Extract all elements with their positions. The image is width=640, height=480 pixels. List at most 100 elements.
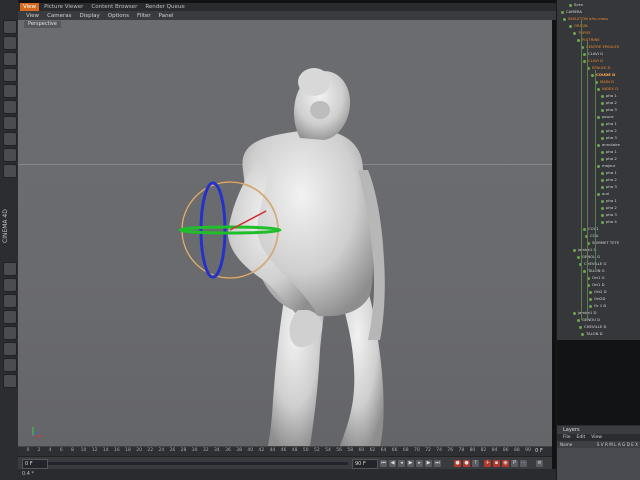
object-tree-item[interactable]: pha 1 bbox=[601, 170, 617, 176]
axis-x-icon[interactable] bbox=[3, 100, 17, 114]
object-tree-item[interactable]: annulaire bbox=[597, 142, 620, 148]
perspective-viewport[interactable] bbox=[18, 20, 552, 446]
object-tree-item[interactable]: MAIN D bbox=[595, 79, 614, 85]
end-frame-field[interactable]: 90 F bbox=[352, 459, 378, 469]
workplane-icon[interactable] bbox=[3, 326, 17, 340]
joint-icon bbox=[601, 178, 604, 182]
object-tree-item[interactable]: pha 3 bbox=[601, 184, 617, 190]
menu-cameras[interactable]: Cameras bbox=[47, 13, 71, 19]
move-icon[interactable] bbox=[3, 52, 17, 66]
layers-menu-file[interactable]: File bbox=[563, 434, 571, 441]
polygons-mode-icon[interactable] bbox=[3, 294, 17, 308]
object-tree-item[interactable]: pha 2 bbox=[601, 177, 617, 183]
joint-icon bbox=[573, 248, 576, 252]
object-tree-item[interactable]: COU1 bbox=[583, 226, 599, 232]
object-tree-item[interactable]: jambe1 D bbox=[573, 310, 596, 316]
object-tree-item[interactable]: majeur bbox=[597, 163, 615, 169]
scale-icon[interactable] bbox=[3, 68, 17, 82]
layers-menu-edit[interactable]: Edit bbox=[577, 434, 586, 441]
object-tree-item[interactable]: INDEX D bbox=[597, 86, 618, 92]
menu-view[interactable]: View bbox=[26, 13, 39, 19]
object-tree-item[interactable]: CLAVI D bbox=[583, 58, 603, 64]
goto-start-icon[interactable]: ⏮ bbox=[380, 460, 387, 467]
position-key-icon[interactable]: ✛ bbox=[484, 460, 491, 467]
object-tree-item[interactable]: Or 1 D bbox=[589, 303, 606, 309]
next-key-icon[interactable]: ▶ bbox=[425, 460, 432, 467]
object-tree-item[interactable]: pha 1 bbox=[601, 149, 617, 155]
object-tree-item[interactable]: ORIGIN bbox=[569, 23, 588, 29]
object-tree-label: CLAVI D bbox=[588, 58, 604, 63]
rotate-icon[interactable] bbox=[3, 84, 17, 98]
object-tree-item[interactable]: CHEVILLE D bbox=[579, 324, 606, 330]
timeline-menu-icon[interactable]: ≡ bbox=[536, 460, 543, 467]
object-tree-item[interactable]: pha 3 bbox=[601, 107, 617, 113]
object-tree-label: MAIN D bbox=[600, 79, 614, 84]
edges-mode-icon[interactable] bbox=[3, 278, 17, 292]
viewport-label[interactable]: Perspective bbox=[24, 21, 61, 28]
menu-options[interactable]: Options bbox=[108, 13, 129, 19]
points-mode-icon[interactable] bbox=[3, 262, 17, 276]
autokey-icon[interactable]: ● bbox=[463, 460, 470, 467]
object-tree-item[interactable]: pha 2 bbox=[601, 205, 617, 211]
undo-icon[interactable] bbox=[3, 20, 17, 34]
start-frame-field[interactable]: 0 F bbox=[22, 459, 48, 469]
prev-frame-icon[interactable]: ◂ bbox=[398, 460, 405, 467]
grid-icon[interactable] bbox=[3, 374, 17, 388]
next-frame-icon[interactable]: ▸ bbox=[416, 460, 423, 467]
menu-filter[interactable]: Filter bbox=[137, 13, 151, 19]
object-tree-item[interactable]: pha 2 bbox=[601, 156, 617, 162]
point-level-icon[interactable]: ⋯ bbox=[520, 460, 527, 467]
object-tree-item[interactable]: EPAULE D bbox=[587, 65, 610, 71]
object-tree-item[interactable]: CLAVI G bbox=[583, 51, 603, 57]
object-tree-item[interactable]: jambe1 G bbox=[573, 247, 596, 253]
layers-menu-view[interactable]: View bbox=[591, 434, 602, 441]
texture-mode-icon[interactable] bbox=[3, 310, 17, 324]
current-frame-field[interactable]: 0 F bbox=[530, 446, 548, 456]
lock-icon[interactable] bbox=[3, 358, 17, 372]
select-icon[interactable] bbox=[3, 36, 17, 50]
object-tree-item[interactable]: pha 2 bbox=[601, 100, 617, 106]
object-tree-item[interactable]: pha 1 bbox=[601, 121, 617, 127]
object-tree-item[interactable]: pouce bbox=[597, 114, 614, 120]
rotation-key-icon[interactable]: ◉ bbox=[502, 460, 509, 467]
scale-key-icon[interactable]: ▪ bbox=[493, 460, 500, 467]
goto-end-icon[interactable]: ⏭ bbox=[434, 460, 441, 467]
object-tree-item[interactable]: auri bbox=[597, 191, 609, 197]
tab-view[interactable]: View bbox=[20, 3, 40, 11]
axis-y-icon[interactable] bbox=[3, 116, 17, 130]
object-tree-item[interactable]: pha 3 bbox=[601, 135, 617, 141]
object-tree-item[interactable]: pha 2 bbox=[601, 128, 617, 134]
record-icon[interactable]: ● bbox=[454, 460, 461, 467]
render-icon[interactable] bbox=[3, 148, 17, 162]
axis-z-icon[interactable] bbox=[3, 132, 17, 146]
range-slider[interactable] bbox=[48, 462, 348, 465]
object-tree-item[interactable]: pha 3 bbox=[601, 212, 617, 218]
object-tree-item[interactable]: TALON D bbox=[581, 331, 603, 337]
menu-panel[interactable]: Panel bbox=[159, 13, 174, 19]
tab-content-browser[interactable]: Content Browser bbox=[88, 3, 140, 11]
layers-list[interactable] bbox=[557, 448, 640, 480]
param-key-icon[interactable]: P bbox=[511, 460, 518, 467]
tab-render-queue[interactable]: Render Queue bbox=[142, 3, 187, 11]
object-tree-item[interactable]: CAMERA bbox=[561, 9, 582, 15]
object-tree-item[interactable]: CHEVILLE G bbox=[579, 261, 606, 267]
tab-picture-viewer[interactable]: Picture Viewer bbox=[41, 3, 86, 11]
object-tree-label: pha 1 bbox=[606, 170, 617, 175]
snap-icon[interactable] bbox=[3, 342, 17, 356]
object-tree-item[interactable]: Ort2 D bbox=[589, 289, 607, 295]
keyframe-selection-icon[interactable]: ? bbox=[472, 460, 479, 467]
object-tree-item[interactable]: Ort1 G bbox=[587, 275, 605, 281]
object-tree-item[interactable]: SOMMET TETE bbox=[587, 240, 619, 246]
object-tree-item[interactable]: Ort1 D bbox=[587, 282, 605, 288]
object-tree-item[interactable]: SKELETON afro-mass bbox=[563, 16, 608, 22]
render-view-icon[interactable] bbox=[3, 164, 17, 178]
object-tree-item[interactable]: pha 1 bbox=[601, 198, 617, 204]
object-tree-item[interactable]: pha 4 bbox=[601, 219, 617, 225]
timeline-tick: 22 bbox=[147, 448, 154, 453]
object-tree-item[interactable]: Scen bbox=[569, 2, 583, 8]
play-icon[interactable]: ▶ bbox=[407, 460, 414, 467]
object-tree-item[interactable]: pha 1 bbox=[601, 93, 617, 99]
prev-key-icon[interactable]: ◀ bbox=[389, 460, 396, 467]
object-tree-item[interactable]: Ort2D bbox=[589, 296, 605, 302]
menu-display[interactable]: Display bbox=[80, 13, 100, 19]
